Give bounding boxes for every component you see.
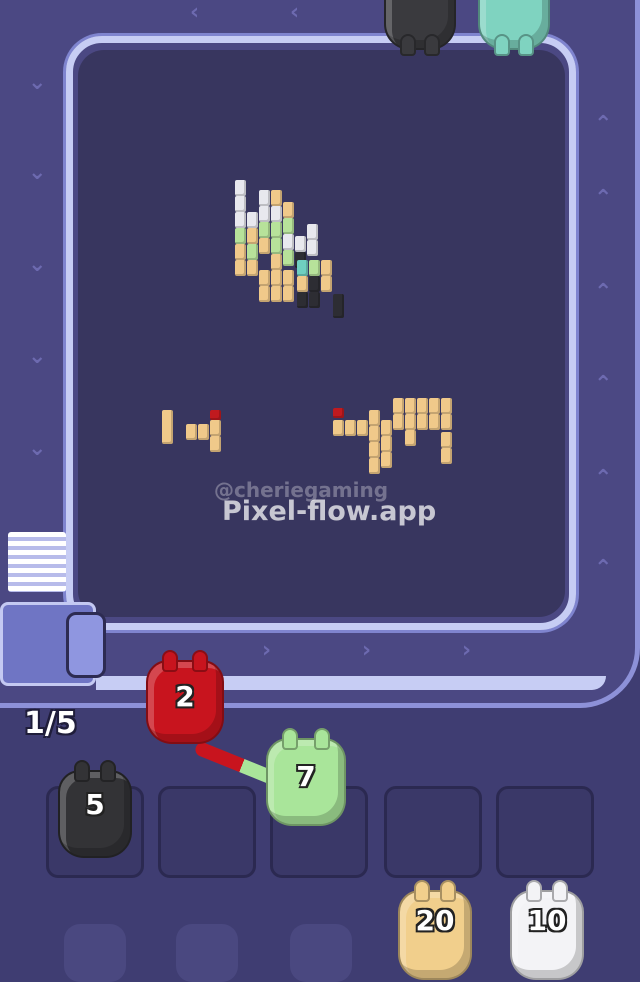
- pixel-art: [0, 0, 640, 640]
- pixel-block: [235, 212, 246, 228]
- pixel-block: [381, 436, 392, 452]
- pixel-block: [259, 270, 270, 286]
- pixel-block: [333, 294, 344, 318]
- pixel-block: [283, 250, 294, 266]
- pixel-block: [259, 286, 270, 302]
- pixel-block: [210, 420, 221, 436]
- chevron-right-icon: ›: [362, 638, 372, 663]
- pixel-block: [297, 292, 308, 308]
- chevron-right-icon: ›: [462, 638, 472, 663]
- pixel-block: [247, 228, 258, 244]
- reserve-slot: [176, 924, 238, 982]
- queue-slot[interactable]: [384, 786, 482, 878]
- pixel-block: [429, 398, 440, 414]
- conveyor-counter: 1/5: [24, 706, 77, 741]
- pixel-block: [186, 424, 197, 440]
- pixel-block: [345, 420, 356, 436]
- pixel-block: [405, 430, 416, 446]
- pixel-block: [369, 410, 380, 426]
- pig-black[interactable]: 5: [58, 760, 132, 858]
- pixel-block: [271, 254, 282, 270]
- pixel-block: [405, 398, 416, 414]
- pixel-block: [283, 286, 294, 302]
- pig-tan[interactable]: 20: [398, 880, 472, 980]
- pixel-block: [405, 414, 416, 430]
- pixel-block: [321, 260, 332, 276]
- pixel-block: [417, 414, 428, 430]
- pixel-block: [357, 420, 368, 436]
- queue-slot[interactable]: [158, 786, 256, 878]
- watermark-site: Pixel-flow.app: [222, 496, 437, 527]
- pixel-block: [259, 222, 270, 238]
- pig-count: 7: [296, 760, 316, 793]
- pixel-block: [162, 410, 173, 444]
- pixel-block: [381, 452, 392, 468]
- pixel-block: [441, 448, 452, 464]
- pig-count: 5: [85, 788, 105, 821]
- pig-on-conveyor: [384, 0, 456, 56]
- pixel-block: [235, 180, 246, 196]
- pixel-block: [283, 218, 294, 234]
- pixel-block: [283, 270, 294, 286]
- pixel-block: [259, 206, 270, 222]
- pixel-block: [283, 202, 294, 218]
- pig-count: 10: [527, 904, 567, 937]
- pixel-block: [210, 436, 221, 452]
- pixel-block: [333, 408, 344, 418]
- pixel-block: [235, 196, 246, 212]
- pixel-block: [297, 260, 308, 276]
- pixel-block: [393, 414, 404, 430]
- reserve-slot: [64, 924, 126, 982]
- pixel-block: [321, 276, 332, 292]
- pixel-block: [235, 228, 246, 244]
- pixel-block: [235, 260, 246, 276]
- pixel-block: [441, 398, 452, 414]
- pixel-block: [369, 426, 380, 442]
- pixel-block: [247, 212, 258, 228]
- pixel-block: [309, 276, 320, 292]
- pixel-block: [271, 206, 282, 222]
- pixel-block: [429, 414, 440, 430]
- pixel-block: [307, 240, 318, 256]
- pixel-block: [259, 190, 270, 206]
- pig-on-conveyor: [478, 0, 550, 56]
- pixel-block: [259, 238, 270, 254]
- pixel-block: [210, 410, 221, 420]
- pig-count: 20: [415, 904, 455, 937]
- pixel-block: [333, 420, 344, 436]
- pixel-block: [417, 398, 428, 414]
- pixel-block: [235, 244, 246, 260]
- pig-white[interactable]: 10: [510, 880, 584, 980]
- pixel-block: [441, 414, 452, 430]
- pixel-block: [271, 286, 282, 302]
- pixel-block: [283, 234, 294, 250]
- queue-slot[interactable]: [496, 786, 594, 878]
- pixel-block: [247, 244, 258, 260]
- pixel-block: [369, 442, 380, 458]
- pig-green[interactable]: 7: [266, 728, 346, 826]
- pixel-block: [441, 432, 452, 448]
- pixel-block: [271, 238, 282, 254]
- pixel-block: [271, 222, 282, 238]
- chevron-right-icon: ›: [262, 638, 272, 663]
- pixel-block: [297, 276, 308, 292]
- pixel-block: [198, 424, 209, 440]
- pixel-block: [393, 398, 404, 414]
- pixel-block: [309, 292, 320, 308]
- reserve-slot: [290, 924, 352, 982]
- pig-red[interactable]: 2: [146, 650, 224, 744]
- pixel-block: [369, 458, 380, 474]
- pixel-block: [247, 260, 258, 276]
- pixel-block: [307, 224, 318, 240]
- pig-count: 2: [175, 680, 195, 713]
- pixel-block: [271, 270, 282, 286]
- pixel-block: [381, 420, 392, 436]
- pixel-block: [295, 236, 306, 252]
- pixel-block: [309, 260, 320, 276]
- pixel-block: [271, 190, 282, 206]
